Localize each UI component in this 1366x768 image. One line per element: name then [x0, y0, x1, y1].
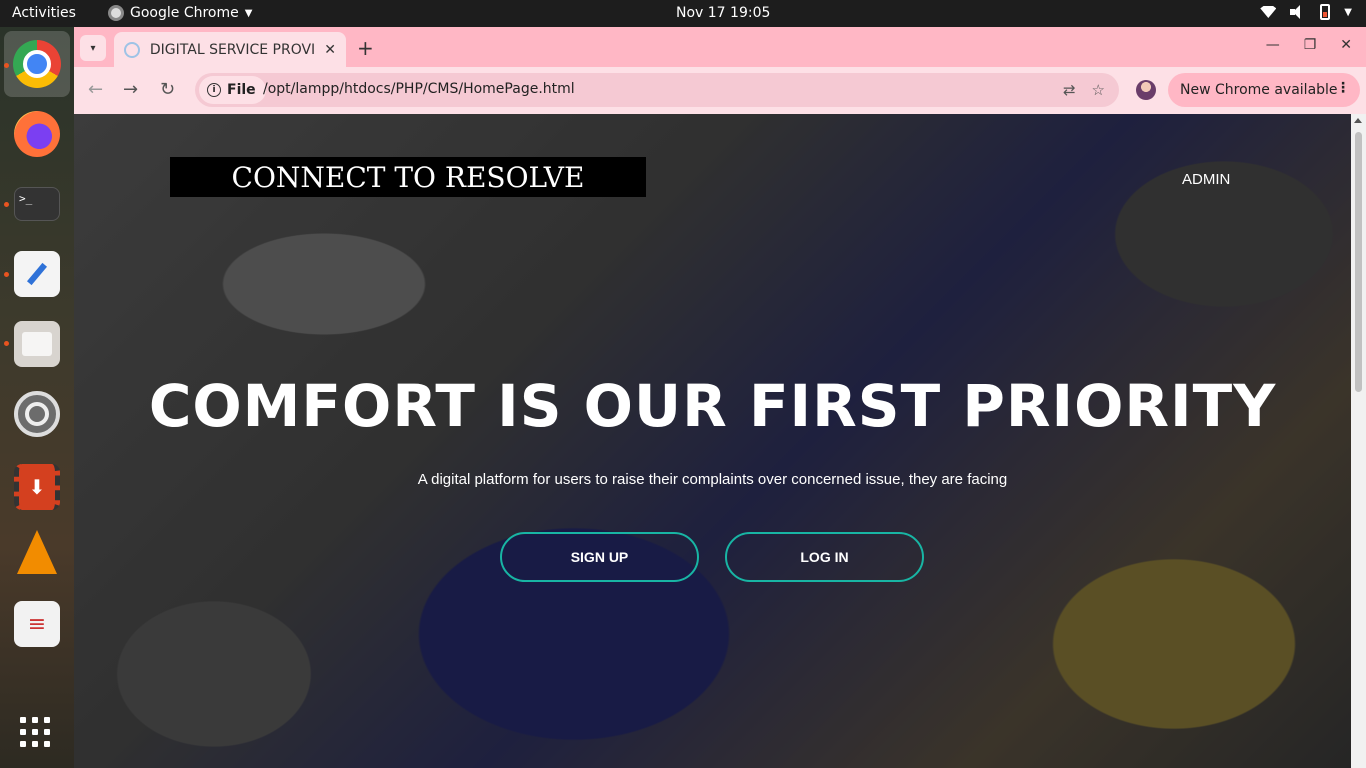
- close-window-icon[interactable]: ✕: [1340, 37, 1352, 53]
- address-bar[interactable]: i File /opt/lampp/htdocs/PHP/CMS/HomePag…: [195, 73, 1119, 107]
- site-logo[interactable]: CONNECT TO RESOLVE: [170, 157, 646, 197]
- page-scrollbar[interactable]: [1351, 114, 1366, 768]
- chrome-icon: [108, 5, 124, 21]
- caret-down-icon: ▼: [244, 7, 253, 19]
- files-icon[interactable]: [14, 321, 60, 367]
- forward-icon[interactable]: →: [123, 79, 138, 100]
- activities-button[interactable]: Activities: [12, 5, 76, 21]
- chrome-window: ▾ DIGITAL SERVICE PROVII ✕ + — ❐ ✕ ← → ↻…: [74, 27, 1366, 768]
- caret-down-icon: ▼: [1344, 6, 1352, 18]
- text-editor-icon[interactable]: [14, 251, 60, 297]
- minimize-icon[interactable]: —: [1266, 37, 1280, 53]
- tab-title: DIGITAL SERVICE PROVII: [149, 41, 317, 58]
- close-icon[interactable]: ✕: [324, 42, 336, 58]
- system-top-bar: Activities Google Chrome ▼ Nov 17 19:05 …: [0, 0, 1366, 27]
- show-applications-icon[interactable]: [20, 717, 50, 747]
- info-icon: i: [207, 83, 221, 97]
- downloader-icon[interactable]: [14, 464, 60, 510]
- tab-active[interactable]: DIGITAL SERVICE PROVII ✕: [114, 32, 346, 67]
- page-viewport: CONNECT TO RESOLVE ADMIN COMFORT IS OUR …: [74, 114, 1351, 768]
- clock[interactable]: Nov 17 19:05: [676, 5, 770, 21]
- tab-search-button[interactable]: ▾: [80, 35, 106, 61]
- back-icon[interactable]: ←: [88, 79, 103, 100]
- chrome-icon[interactable]: [13, 40, 61, 88]
- tab-strip: ▾ DIGITAL SERVICE PROVII ✕ + — ❐ ✕: [74, 27, 1366, 67]
- bookmark-star-icon[interactable]: ☆: [1092, 81, 1105, 99]
- dock: >_: [0, 27, 74, 768]
- log-in-button[interactable]: LOG IN: [725, 532, 924, 582]
- restore-icon[interactable]: ❐: [1304, 37, 1317, 53]
- url-text[interactable]: /opt/lampp/htdocs/PHP/CMS/HomePage.html: [263, 81, 575, 97]
- reload-icon[interactable]: ↻: [160, 79, 175, 100]
- browser-toolbar: ← → ↻ i File /opt/lampp/htdocs/PHP/CMS/H…: [74, 67, 1366, 114]
- chrome-update-button[interactable]: New Chrome available ⋮: [1168, 73, 1360, 107]
- profile-avatar[interactable]: [1136, 80, 1156, 100]
- translate-icon[interactable]: ⇄: [1063, 81, 1076, 99]
- new-tab-button[interactable]: +: [357, 36, 374, 60]
- settings-icon[interactable]: [14, 391, 60, 437]
- admin-link[interactable]: ADMIN: [1182, 171, 1230, 188]
- system-tray[interactable]: ▼: [1260, 4, 1352, 20]
- running-indicator: [4, 341, 9, 346]
- running-indicator: [4, 272, 9, 277]
- more-menu-icon[interactable]: ⋮: [1336, 80, 1350, 96]
- hero-subtitle: A digital platform for users to raise th…: [417, 471, 1008, 488]
- address-scheme-label: File: [227, 82, 256, 98]
- app-menu[interactable]: Google Chrome ▼: [108, 5, 252, 21]
- firefox-icon[interactable]: [14, 111, 60, 157]
- scrollbar-thumb[interactable]: [1355, 132, 1362, 392]
- chevron-down-icon: ▾: [90, 42, 96, 54]
- app-menu-label: Google Chrome: [130, 5, 239, 21]
- running-indicator: [4, 202, 9, 207]
- terminal-icon[interactable]: >_: [14, 187, 60, 221]
- site-info-chip[interactable]: i File: [199, 76, 266, 104]
- vlc-icon[interactable]: [14, 529, 60, 575]
- update-label: New Chrome available: [1180, 82, 1338, 98]
- hero-title: COMFORT IS OUR FIRST PRIORITY: [148, 372, 1277, 440]
- volume-icon: [1290, 5, 1306, 19]
- running-indicator: [4, 63, 9, 68]
- omnibox-actions: ⇄ ☆: [1063, 81, 1105, 99]
- window-controls: — ❐ ✕: [1266, 37, 1352, 53]
- sign-up-button[interactable]: SIGN UP: [500, 532, 699, 582]
- document-viewer-icon[interactable]: [14, 601, 60, 647]
- battery-icon: [1320, 4, 1331, 20]
- scroll-up-icon[interactable]: [1354, 118, 1362, 123]
- wifi-icon: [1260, 6, 1277, 18]
- page-favicon-icon: [124, 41, 140, 58]
